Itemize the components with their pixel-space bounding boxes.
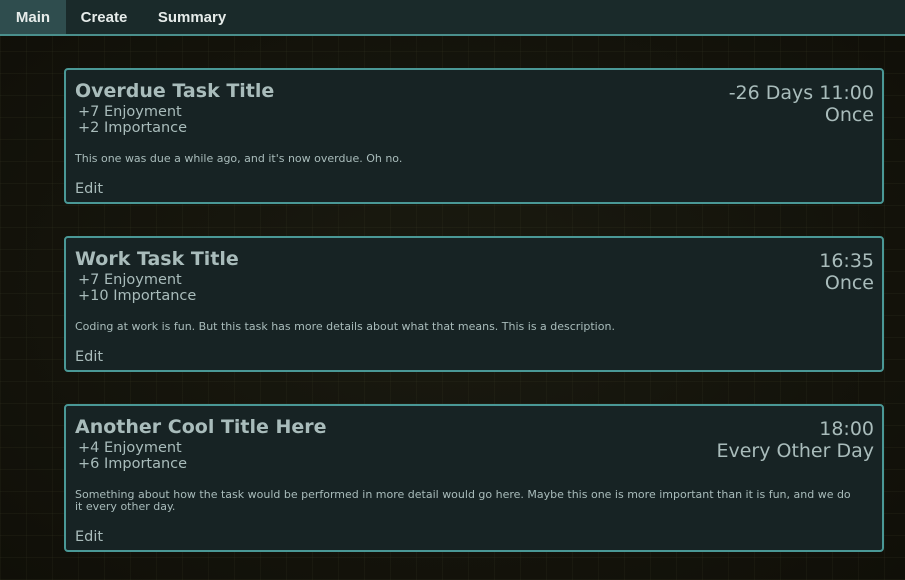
importance-stat: +2 Importance xyxy=(78,120,188,136)
due-time: 16:35 xyxy=(819,250,874,272)
task-description: Something about how the task would be pe… xyxy=(75,488,851,513)
frequency-label: Every Other Day xyxy=(716,440,874,462)
task-card: Work Task Title +7 Enjoyment +10 Importa… xyxy=(64,236,884,372)
tab-create[interactable]: Create xyxy=(66,0,142,34)
task-description: This one was due a while ago, and it's n… xyxy=(75,152,403,165)
importance-stat: +6 Importance xyxy=(78,456,188,472)
task-card: Overdue Task Title +7 Enjoyment +2 Impor… xyxy=(64,68,884,204)
edit-link[interactable]: Edit xyxy=(75,529,103,545)
edit-link[interactable]: Edit xyxy=(75,181,103,197)
top-nav-bar: Main Create Summary xyxy=(0,0,905,36)
tab-main[interactable]: Main xyxy=(0,0,66,34)
task-title: Work Task Title xyxy=(75,248,239,270)
enjoyment-stat: +4 Enjoyment xyxy=(78,440,182,456)
importance-stat: +10 Importance xyxy=(78,288,197,304)
due-time: 18:00 xyxy=(819,418,874,440)
task-title: Overdue Task Title xyxy=(75,80,275,102)
frequency-label: Once xyxy=(824,272,874,294)
enjoyment-stat: +7 Enjoyment xyxy=(78,104,182,120)
frequency-label: Once xyxy=(824,104,874,126)
task-title: Another Cool Title Here xyxy=(75,416,327,438)
edit-link[interactable]: Edit xyxy=(75,349,103,365)
enjoyment-stat: +7 Enjoyment xyxy=(78,272,182,288)
task-description: Coding at work is fun. But this task has… xyxy=(75,320,615,333)
due-time: -26 Days 11:00 xyxy=(728,82,874,104)
tab-summary[interactable]: Summary xyxy=(142,0,242,34)
task-card: Another Cool Title Here +4 Enjoyment +6 … xyxy=(64,404,884,552)
